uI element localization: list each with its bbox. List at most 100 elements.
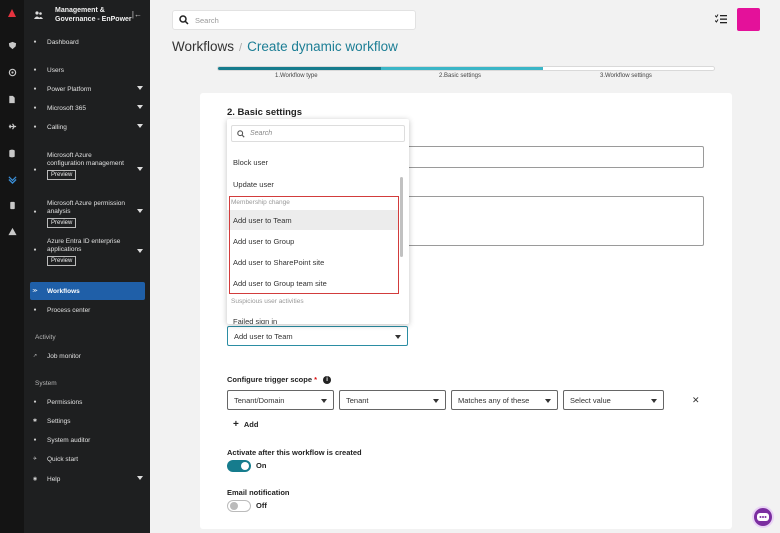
activate-toggle[interactable] [227, 460, 251, 472]
sidebar-item-label: Microsoft 365 [47, 104, 87, 112]
plane-icon[interactable] [7, 121, 17, 131]
brand-icon[interactable] [7, 8, 17, 18]
step-2-fill [381, 67, 543, 70]
sidebar-header: Management & Governance - EnPower |← [32, 6, 144, 26]
global-search[interactable]: Search [172, 10, 416, 30]
sidebar-item-azure-permission[interactable]: ● Microsoft Azure permission analysis Pr… [30, 200, 145, 230]
bullet-icon: ● [33, 105, 37, 111]
avatar[interactable] [737, 8, 760, 31]
bullet-icon: ● [33, 124, 37, 130]
workflow-icon: ≫ [32, 288, 38, 294]
add-scope-button[interactable]: + Add [233, 419, 258, 430]
search-icon [237, 130, 245, 138]
sidebar-item-label: Settings [47, 417, 71, 425]
collapse-sidebar-icon[interactable]: |← [132, 10, 142, 19]
bullet-icon: ● [33, 437, 37, 443]
search-icon [179, 15, 189, 25]
gear-icon: ✱ [32, 418, 38, 424]
scope-value-select[interactable]: Select value [563, 390, 664, 410]
info-icon[interactable]: i [323, 376, 332, 385]
email-notification-toggle[interactable] [227, 500, 251, 512]
sidebar-item-process-center[interactable]: ● Process center [30, 303, 145, 317]
chevron-down-icon [137, 167, 143, 171]
activate-label: Activate after this workflow is created [227, 448, 362, 457]
sidebar-item-label: Calling [47, 123, 67, 131]
scope-type-select[interactable]: Tenant/Domain [227, 390, 334, 410]
icon-rail [0, 0, 24, 533]
sidebar-item-label: Microsoft Azure configuration management [47, 152, 124, 167]
sidebar-item-workflows-content[interactable]: ≫ Workflows [30, 284, 145, 298]
dropdown-search-input[interactable]: Search [231, 125, 405, 142]
chevron-down-icon [137, 249, 143, 253]
sidebar-item-label: Permissions [47, 398, 83, 406]
highlight-annotation-box [229, 196, 399, 294]
chat-assistant-button[interactable] [752, 506, 774, 528]
scope-target-select[interactable]: Tenant [339, 390, 446, 410]
sidebar-item-label: Azure Entra ID enterprise applications [47, 238, 121, 253]
sidebar-item-system-auditor[interactable]: ● System auditor [30, 433, 145, 447]
sidebar-item-power-platform[interactable]: ● Power Platform [30, 82, 145, 96]
phone-icon[interactable] [7, 200, 17, 210]
action-select[interactable]: Add user to Team [227, 326, 408, 346]
chevron-down-icon [321, 399, 327, 403]
app-title: Management & Governance - EnPower [55, 6, 135, 24]
sidebar-item-quick-start[interactable]: ✈ Quick start [30, 452, 145, 466]
sidebar-item-azure-config[interactable]: ● Microsoft Azure configuration manageme… [30, 152, 145, 192]
sidebar-item-dashboard[interactable]: ● Dashboard [30, 35, 145, 49]
bullet-icon: ● [33, 67, 37, 73]
bullet-icon: ● [33, 307, 37, 313]
sidebar-item-label: Help [47, 475, 61, 483]
toggle-knob [230, 502, 238, 510]
sidebar-item-users[interactable]: ● Users [30, 63, 145, 77]
sidebar-item-help[interactable]: ◉ Help [30, 472, 145, 486]
scope-operator-select[interactable]: Matches any of these [451, 390, 558, 410]
document-icon[interactable] [7, 94, 17, 104]
sidebar-section-activity: Activity [35, 334, 56, 341]
activate-state: On [256, 461, 267, 470]
option-block-user[interactable]: Block user [227, 152, 399, 172]
scope-type-value: Tenant/Domain [234, 395, 285, 405]
workflow-rail-icon[interactable] [7, 174, 17, 184]
preview-badge: Preview [47, 256, 77, 266]
chevron-down-icon [651, 399, 657, 403]
description-textarea[interactable] [404, 196, 704, 246]
plus-icon: + [233, 419, 239, 430]
search-placeholder: Search [195, 16, 219, 25]
email-notification-label: Email notification [227, 488, 290, 497]
warning-icon[interactable] [7, 226, 17, 236]
option-failed-sign-in[interactable]: Failed sign in [227, 311, 399, 325]
sidebar-item-microsoft365[interactable]: ● Microsoft 365 [30, 101, 145, 115]
scope-target-value: Tenant [346, 395, 369, 405]
rocket-icon: ✈ [32, 456, 38, 462]
sidebar-item-job-monitor[interactable]: ↗ Job monitor [30, 349, 145, 363]
option-update-user[interactable]: Update user [227, 174, 399, 194]
bullet-icon: ● [33, 86, 37, 92]
breadcrumb-current: Create dynamic workflow [247, 39, 398, 54]
progress-stepper [217, 66, 715, 71]
sidebar-item-permissions[interactable]: ● Permissions [30, 395, 145, 409]
network-icon[interactable] [7, 67, 17, 77]
sidebar-item-label: Power Platform [47, 85, 92, 93]
dropdown-scrollbar[interactable] [400, 177, 403, 257]
remove-scope-icon[interactable]: ✕ [692, 395, 700, 406]
sidebar-item-label: Dashboard [47, 38, 79, 46]
chevron-down-icon [137, 105, 143, 109]
chevron-down-icon [137, 124, 143, 128]
add-scope-label: Add [243, 420, 259, 429]
task-list-icon[interactable] [714, 14, 727, 24]
bullet-icon: ● [33, 399, 37, 405]
chat-icon [757, 513, 769, 521]
name-input[interactable] [404, 146, 704, 168]
app-title-line2: Governance - EnPower [55, 16, 132, 23]
preview-badge: Preview [47, 218, 77, 228]
sidebar-item-settings[interactable]: ✱ Settings [30, 414, 145, 428]
chevron-down-icon [395, 335, 401, 339]
sidebar-item-entra-apps[interactable]: ● Azure Entra ID enterprise applications… [30, 238, 145, 268]
chevron-down-icon [433, 399, 439, 403]
sidebar-item-calling[interactable]: ● Calling [30, 120, 145, 134]
sidebar-item-label: Workflows [47, 287, 80, 295]
breadcrumb-root[interactable]: Workflows [172, 39, 234, 54]
chevron-down-icon [137, 86, 143, 90]
shield-icon[interactable] [7, 40, 17, 50]
database-icon[interactable] [7, 148, 17, 158]
